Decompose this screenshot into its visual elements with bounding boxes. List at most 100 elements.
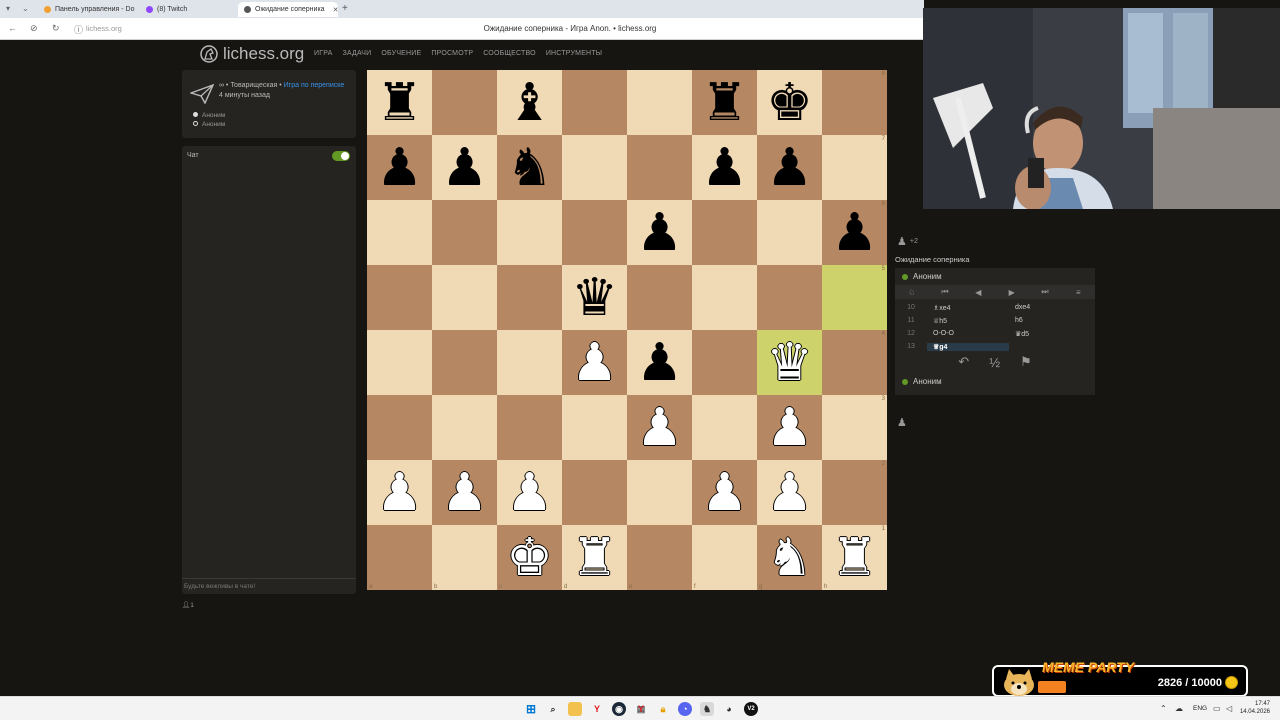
square-b4[interactable] [432, 330, 497, 395]
black-rook-piece[interactable]: ♜ [376, 77, 423, 129]
square-d6[interactable] [562, 200, 627, 265]
black-king-piece[interactable]: ♚ [766, 77, 813, 129]
tab-list-icon[interactable]: ⌄ [22, 4, 29, 13]
square-e7[interactable] [627, 135, 692, 200]
white-move[interactable]: ♕g4 [927, 342, 1009, 351]
square-a2[interactable]: ♟ [367, 460, 432, 525]
black-pawn-piece[interactable]: ♟ [766, 142, 813, 194]
nav-puzzles[interactable]: ЗАДАЧИ [343, 50, 372, 57]
black-move[interactable]: dxe4 [1009, 304, 1091, 311]
square-h5[interactable]: 5 [822, 265, 887, 330]
resign-flag-icon[interactable]: ⚑ [1020, 354, 1032, 370]
square-d2[interactable] [562, 460, 627, 525]
square-e4[interactable]: ♟ [627, 330, 692, 395]
cloud-icon[interactable]: ☁︎ [1175, 704, 1183, 713]
black-pawn-piece[interactable]: ♟ [376, 142, 423, 194]
chat-toggle[interactable] [332, 151, 350, 161]
white-pawn-piece[interactable]: ♟ [441, 467, 488, 519]
square-d7[interactable] [562, 135, 627, 200]
square-b1[interactable]: b [432, 525, 497, 590]
square-c5[interactable] [497, 265, 562, 330]
square-e5[interactable] [627, 265, 692, 330]
volume-icon[interactable]: ◁ [1226, 704, 1232, 713]
tray-chevron-icon[interactable]: ⌃ [1160, 704, 1167, 713]
square-f2[interactable]: ♟ [692, 460, 757, 525]
square-d1[interactable]: ♜ d [562, 525, 627, 590]
square-e2[interactable] [627, 460, 692, 525]
black-move[interactable]: h6 [1009, 317, 1091, 324]
white-move[interactable]: O-O-O [927, 330, 1009, 337]
square-f6[interactable] [692, 200, 757, 265]
square-g6[interactable] [757, 200, 822, 265]
white-move[interactable]: ♗xe4 [927, 304, 1009, 312]
bottom-player[interactable]: Аноним [895, 373, 1095, 390]
black-knight-piece[interactable]: ♞ [506, 142, 553, 194]
tab-dashboard[interactable]: Панель управления - Do [38, 2, 138, 17]
black-pawn-piece[interactable]: ♟ [636, 337, 683, 389]
white-pawn-piece[interactable]: ♟ [701, 467, 748, 519]
square-b6[interactable] [432, 200, 497, 265]
v2-app-icon[interactable]: V2 [744, 702, 758, 716]
square-h3[interactable]: 3 [822, 395, 887, 460]
square-f4[interactable] [692, 330, 757, 395]
white-pawn-piece[interactable]: ♟ [766, 402, 813, 454]
correspondence-link[interactable]: Игра по переписке [284, 82, 345, 89]
tab-twitch[interactable]: (8) Twitch [140, 2, 234, 17]
square-e6[interactable]: ♟ [627, 200, 692, 265]
square-c4[interactable] [497, 330, 562, 395]
black-bishop-piece[interactable]: ♝ [506, 77, 553, 129]
square-g5[interactable] [757, 265, 822, 330]
square-f1[interactable]: f [692, 525, 757, 590]
square-h2[interactable]: 2 [822, 460, 887, 525]
square-a4[interactable] [367, 330, 432, 395]
square-f8[interactable]: ♜ [692, 70, 757, 135]
black-pawn-piece[interactable]: ♟ [701, 142, 748, 194]
steam-icon[interactable]: ◉ [612, 702, 626, 716]
white-pawn-piece[interactable]: ♟ [571, 337, 618, 389]
lock-icon[interactable]: 🔒︎ [656, 702, 670, 716]
square-g7[interactable]: ♟ [757, 135, 822, 200]
square-a8[interactable]: ♜ [367, 70, 432, 135]
square-d5[interactable]: ♛ [562, 265, 627, 330]
square-b2[interactable]: ♟ [432, 460, 497, 525]
square-c6[interactable] [497, 200, 562, 265]
nav-learn[interactable]: ОБУЧЕНИЕ [381, 50, 421, 57]
windows-start-icon[interactable]: ⊞ [524, 702, 538, 716]
square-f5[interactable] [692, 265, 757, 330]
square-h6[interactable]: ♟ 6 [822, 200, 887, 265]
chat-input[interactable]: Будьте вежливы в чате! [182, 578, 356, 594]
black-pawn-piece[interactable]: ♟ [831, 207, 878, 259]
discord-icon[interactable]: ◔ [678, 702, 692, 716]
square-g8[interactable]: ♚ [757, 70, 822, 135]
square-c3[interactable] [497, 395, 562, 460]
white-rook-piece[interactable]: ♜ [571, 532, 618, 584]
black-pawn-piece[interactable]: ♟ [441, 142, 488, 194]
black-rook-piece[interactable]: ♜ [701, 77, 748, 129]
clock[interactable]: 17:47 14.04.2026 [1240, 700, 1270, 716]
menu-icon[interactable]: ≡ [1062, 288, 1095, 297]
lichess-logo[interactable]: lichess.org [199, 44, 304, 64]
nav-tools[interactable]: ИНСТРУМЕНТЫ [546, 50, 602, 57]
square-e3[interactable]: ♟ [627, 395, 692, 460]
black-queen-piece[interactable]: ♛ [571, 272, 618, 324]
square-c1[interactable]: ♚ c [497, 525, 562, 590]
square-g1[interactable]: ♞ g [757, 525, 822, 590]
square-d3[interactable] [562, 395, 627, 460]
square-b3[interactable] [432, 395, 497, 460]
square-f3[interactable] [692, 395, 757, 460]
file-explorer-icon[interactable] [568, 702, 582, 716]
square-b5[interactable] [432, 265, 497, 330]
language-indicator[interactable]: ENG [1193, 705, 1207, 712]
new-tab-button[interactable]: + [342, 3, 348, 14]
white-pawn-piece[interactable]: ♟ [766, 467, 813, 519]
white-king-piece[interactable]: ♚ [506, 532, 553, 584]
tab-actions-icon[interactable]: ▾ [6, 4, 10, 13]
square-a5[interactable] [367, 265, 432, 330]
square-d8[interactable] [562, 70, 627, 135]
square-h1[interactable]: ♜ 1 h [822, 525, 887, 590]
square-c7[interactable]: ♞ [497, 135, 562, 200]
search-icon[interactable]: ⌕ [546, 702, 560, 716]
square-d4[interactable]: ♟ [562, 330, 627, 395]
square-a1[interactable]: a [367, 525, 432, 590]
square-a3[interactable] [367, 395, 432, 460]
